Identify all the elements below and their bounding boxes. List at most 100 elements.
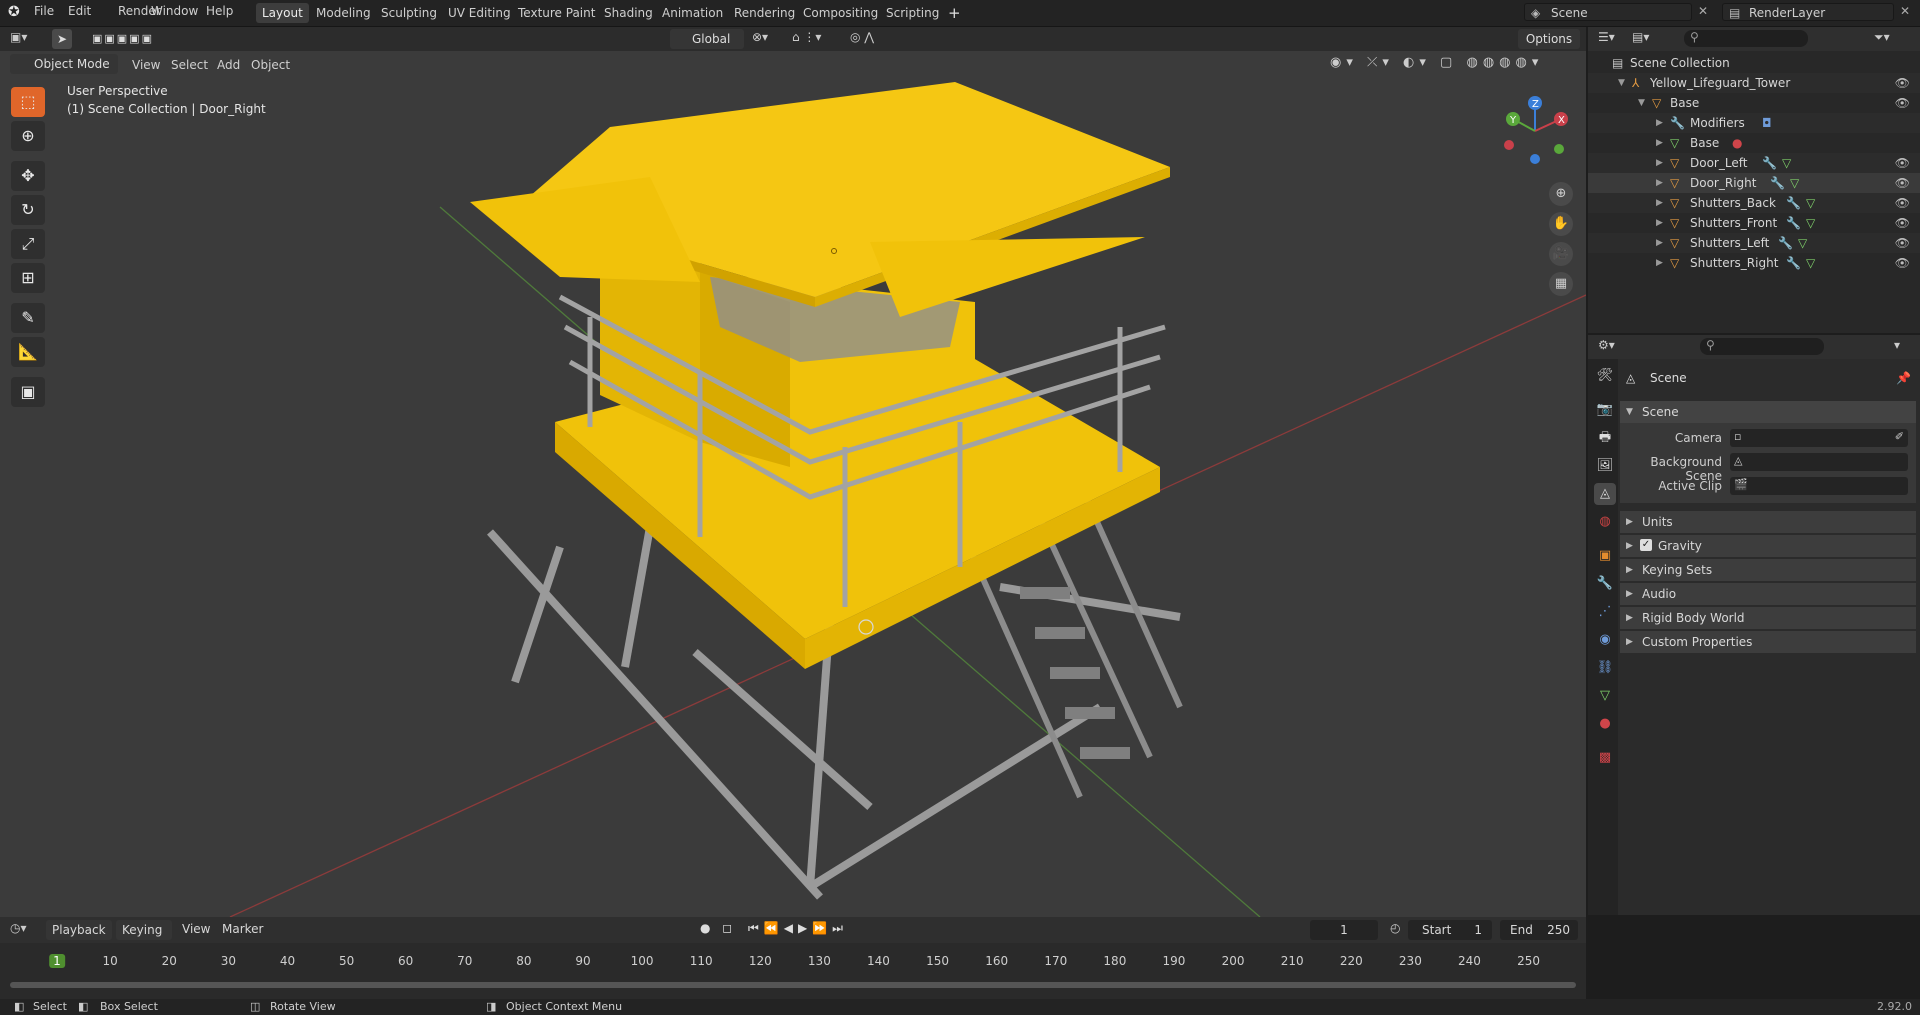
tab-animation[interactable]: Animation — [656, 3, 729, 23]
tool-select-box[interactable]: ⬚ — [11, 87, 45, 117]
camera-view-icon[interactable]: 🎥 — [1549, 242, 1573, 266]
pin-icon[interactable]: 📌 — [1896, 371, 1911, 385]
3d-viewport[interactable]: ▣▾ ➤ ▣▣▣▣▣ Global ⊗▾ ⌂ ⋮▾ ◎ ⋀ Options Ob… — [0, 27, 1586, 917]
outliner-row-door-right[interactable]: ▶ ▽ Door_Right 🔧 ▽ 👁 — [1588, 173, 1920, 193]
visibility-eye-icon[interactable]: 👁 — [1895, 73, 1910, 93]
expand-arrow-icon[interactable]: ▶ — [1656, 253, 1663, 273]
visibility-eye-icon[interactable]: 👁 — [1895, 213, 1910, 233]
render-tab-icon[interactable]: 📷 — [1594, 399, 1616, 421]
tool-tab-icon[interactable]: 🛠 — [1594, 365, 1616, 387]
display-mode-icon[interactable]: ▤▾ — [1632, 30, 1649, 44]
physics-tab-icon[interactable]: ◉ — [1594, 629, 1616, 651]
outliner-row-scene-collection[interactable]: ▤ Scene Collection — [1588, 53, 1920, 73]
tab-shading[interactable]: Shading — [598, 3, 659, 23]
blender-logo-icon[interactable]: ✪ — [8, 4, 24, 20]
tab-rendering[interactable]: Rendering — [728, 3, 801, 23]
add-workspace-button[interactable]: + — [942, 3, 967, 23]
tab-sculpting[interactable]: Sculpting — [375, 3, 443, 23]
chevron-down-icon[interactable]: ▾ — [1894, 338, 1900, 352]
expand-arrow-icon[interactable]: ▶ — [1656, 153, 1663, 173]
properties-search-input[interactable]: ⚲ — [1700, 338, 1824, 355]
gravity-checkbox[interactable]: ✓ — [1640, 539, 1652, 551]
tab-layout[interactable]: Layout — [256, 3, 309, 23]
tool-scale[interactable]: ⤢ — [11, 229, 45, 259]
tool-rotate[interactable]: ↻ — [11, 195, 45, 225]
menu-window[interactable]: Window — [151, 4, 198, 18]
close-view-layer-icon[interactable]: ✕ — [1900, 4, 1910, 18]
tool-transform[interactable]: ⊞ — [11, 263, 45, 293]
navigation-gizmo[interactable]: Z X Y — [1495, 91, 1575, 171]
visibility-eye-icon[interactable]: 👁 — [1895, 233, 1910, 253]
timeline-scrollbar[interactable] — [10, 982, 1576, 988]
texture-tab-icon[interactable]: ▩ — [1594, 747, 1616, 769]
tab-uv-editing[interactable]: UV Editing — [442, 3, 517, 23]
units-panel[interactable]: ▶ Units — [1620, 511, 1916, 533]
close-scene-icon[interactable]: ✕ — [1698, 4, 1708, 18]
expand-arrow-icon[interactable]: ▶ — [1656, 213, 1663, 233]
menu-file[interactable]: File — [34, 4, 54, 18]
expand-arrow-icon[interactable]: ▶ — [1656, 173, 1663, 193]
object-tab-icon[interactable]: ▣ — [1594, 545, 1616, 567]
output-tab-icon[interactable]: 🖶 — [1594, 427, 1616, 449]
expand-arrow-icon[interactable]: ▼ — [1618, 73, 1625, 93]
material-tab-icon[interactable]: ● — [1594, 713, 1616, 735]
tab-texture-paint[interactable]: Texture Paint — [512, 3, 601, 23]
status-context-menu: Object Context Menu — [506, 1000, 623, 1013]
menu-edit[interactable]: Edit — [68, 4, 91, 18]
mesh-data-tab-icon[interactable]: ▽ — [1594, 685, 1616, 707]
expand-arrow-icon[interactable]: ▶ — [1656, 233, 1663, 253]
properties-editor-icon[interactable]: ⚙▾ — [1598, 338, 1615, 352]
audio-panel[interactable]: ▶ Audio — [1620, 583, 1916, 605]
ortho-grid-icon[interactable]: ▦ — [1549, 272, 1573, 296]
tool-cursor[interactable]: ⊕ — [11, 121, 45, 151]
outliner-row-shutters-left[interactable]: ▶ ▽ Shutters_Left 🔧 ▽ 👁 — [1588, 233, 1920, 253]
pan-hand-icon[interactable]: ✋ — [1549, 212, 1573, 236]
outliner-row-shutters-front[interactable]: ▶ ▽ Shutters_Front 🔧 ▽ 👁 — [1588, 213, 1920, 233]
tab-scripting[interactable]: Scripting — [880, 3, 945, 23]
outliner-row-door-left[interactable]: ▶ ▽ Door_Left 🔧 ▽ 👁 — [1588, 153, 1920, 173]
particles-tab-icon[interactable]: ⋰ — [1594, 601, 1616, 623]
tool-add-cube[interactable]: ▣ — [11, 377, 45, 407]
outliner-row-shutters-back[interactable]: ▶ ▽ Shutters_Back 🔧 ▽ 👁 — [1588, 193, 1920, 213]
expand-arrow-icon[interactable]: ▶ — [1656, 113, 1663, 133]
outliner-row-yellow-lifeguard-tower[interactable]: ▼ ⅄ Yellow_Lifeguard_Tower 👁 — [1588, 73, 1920, 93]
world-tab-icon[interactable]: ◍ — [1594, 511, 1616, 533]
visibility-eye-icon[interactable]: 👁 — [1895, 253, 1910, 273]
tool-annotate[interactable]: ✎ — [11, 303, 45, 333]
tool-measure[interactable]: 📐 — [11, 337, 45, 367]
scene-panel-header[interactable]: ▼ Scene — [1620, 401, 1916, 423]
tab-compositing[interactable]: Compositing — [797, 3, 884, 23]
constraints-tab-icon[interactable]: ⛓ — [1594, 657, 1616, 679]
expand-arrow-icon[interactable]: ▶ — [1656, 133, 1663, 153]
outliner-row-base-object[interactable]: ▼ ▽ Base 👁 — [1588, 93, 1920, 113]
visibility-eye-icon[interactable]: 👁 — [1895, 153, 1910, 173]
zoom-icon[interactable]: ⊕ — [1549, 182, 1573, 206]
scene-tab-icon[interactable]: ◬ — [1594, 483, 1616, 505]
outliner-row-modifiers[interactable]: ▶ 🔧 Modifiers ◘ — [1588, 113, 1920, 133]
outliner-row-shutters-right[interactable]: ▶ ▽ Shutters_Right 🔧 ▽ 👁 — [1588, 253, 1920, 273]
menu-help[interactable]: Help — [206, 4, 233, 18]
tab-modeling[interactable]: Modeling — [310, 3, 377, 23]
filter-icon[interactable]: ⏷▾ — [1874, 30, 1890, 45]
background-scene-field[interactable]: ◬ — [1730, 453, 1908, 471]
view-layer-selector[interactable]: ▤ RenderLayer — [1722, 3, 1894, 21]
visibility-eye-icon[interactable]: 👁 — [1895, 173, 1910, 193]
active-clip-field[interactable]: 🎬 — [1730, 477, 1908, 495]
eyedropper-icon[interactable]: ✐ — [1895, 430, 1904, 443]
outliner-row-base-mesh[interactable]: ▶ ▽ Base ● — [1588, 133, 1920, 153]
outliner-editor-icon[interactable]: ☰▾ — [1598, 30, 1615, 44]
visibility-eye-icon[interactable]: 👁 — [1895, 93, 1910, 113]
expand-arrow-icon[interactable]: ▶ — [1656, 193, 1663, 213]
camera-field[interactable]: ▫ ✐ — [1730, 429, 1908, 447]
visibility-eye-icon[interactable]: 👁 — [1895, 193, 1910, 213]
custom-properties-panel[interactable]: ▶ Custom Properties — [1620, 631, 1916, 653]
outliner-search-input[interactable]: ⚲ — [1684, 30, 1808, 47]
gravity-panel[interactable]: ▶ ✓ Gravity — [1620, 535, 1916, 557]
keying-sets-panel[interactable]: ▶ Keying Sets — [1620, 559, 1916, 581]
scene-selector[interactable]: ◈ Scene — [1524, 3, 1692, 21]
modifier-tab-icon[interactable]: 🔧 — [1594, 573, 1616, 595]
rigid-body-world-panel[interactable]: ▶ Rigid Body World — [1620, 607, 1916, 629]
expand-arrow-icon[interactable]: ▼ — [1638, 93, 1645, 113]
view-layer-tab-icon[interactable]: 🖼 — [1594, 455, 1616, 477]
tool-move[interactable]: ✥ — [11, 161, 45, 191]
